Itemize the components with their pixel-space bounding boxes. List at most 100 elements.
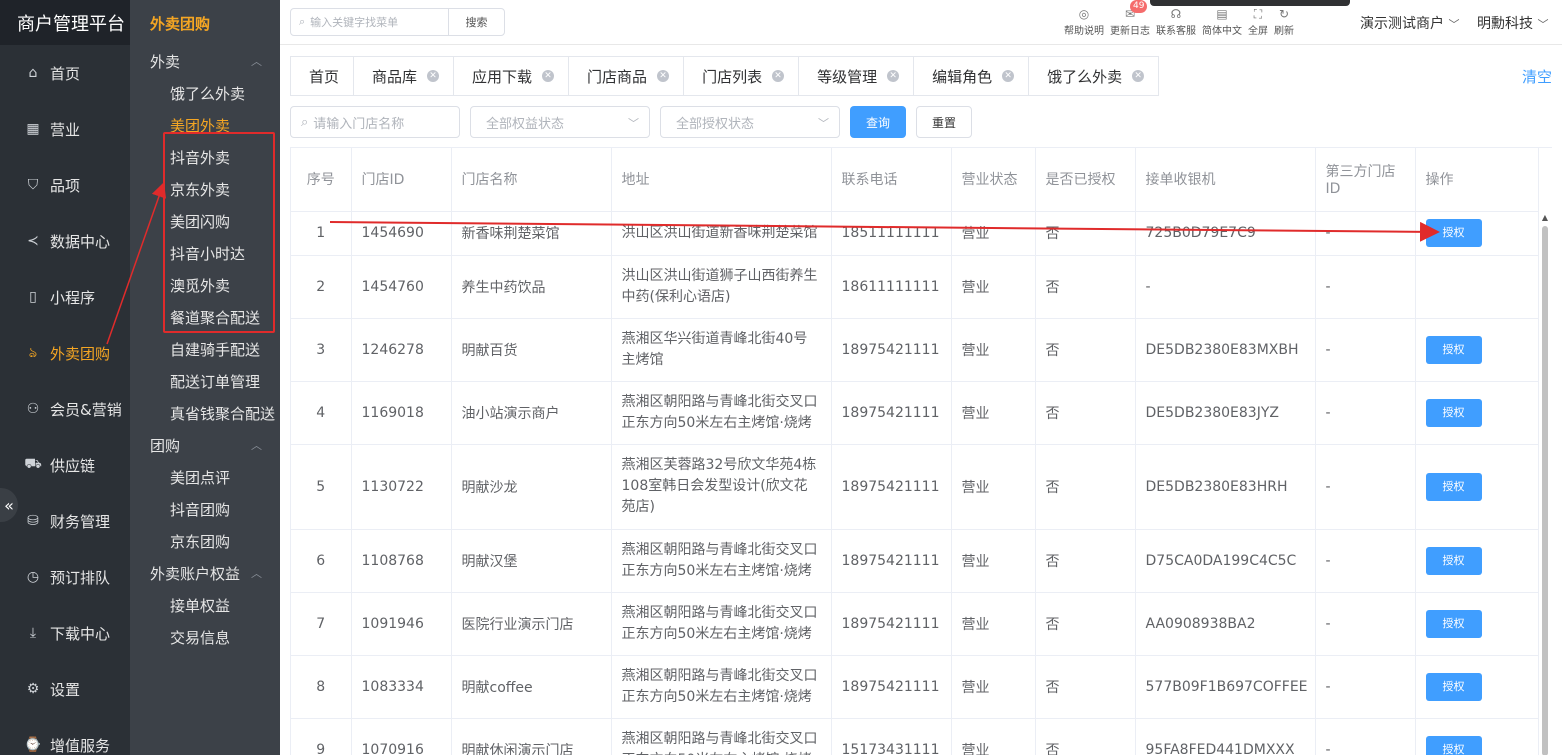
brand-title: 商户管理平台 [0,0,130,45]
table-cell: 否 [1035,718,1136,755]
sub-sidebar: 外卖团购 外卖 ︿ 饿了么外卖 美团外卖 抖音外卖 京东外卖 美团闪购 抖音小时达 澳觅外卖… [130,0,280,755]
subnav-item[interactable]: 抖音外卖 [130,141,280,173]
authorize-button[interactable]: 授权 [1425,335,1482,364]
subnav-item[interactable]: 真省钱聚合配送 [130,397,280,429]
close-icon[interactable]: ✕ [772,70,785,82]
authorize-button[interactable]: 授权 [1425,472,1482,501]
authorize-button[interactable]: 授权 [1425,398,1482,427]
subnav-item[interactable]: 京东外卖 [130,173,280,205]
subnav-item[interactable]: 抖音小时达 [130,237,280,269]
authorize-button[interactable]: 授权 [1425,672,1482,701]
nav-item-3[interactable]: ≺ 数据中心 [0,213,130,269]
subnav-item[interactable]: 京东团购 [130,525,280,557]
table-header-row: 序号 门店ID 门店名称 地址 联系电话 营业状态 是否已授权 接单收银机 第三方门店ID 操作 [291,148,1539,212]
scrollbar-thumb[interactable] [1542,226,1548,755]
merchant-dropdown[interactable]: 演示测试商户 ﹀ [1360,13,1459,33]
nav-item-2[interactable]: ⛉ 品项 [0,157,130,213]
menu-search-input[interactable]: ⌕ 输入关键字找菜单 [291,9,448,35]
nav-item-0[interactable]: ⌂ 首页 [0,45,130,101]
authorize-button[interactable]: 授权 [1425,219,1482,247]
subnav-item[interactable]: 配送订单管理 [130,365,280,397]
nav-item-9[interactable]: ◷ 预订排队 [0,549,130,605]
header-tool-4[interactable]: ⛶ 全屏 [1248,6,1268,37]
table-scrollbar[interactable]: ▲ [1540,213,1550,755]
authorize-button[interactable]: 授权 [1425,609,1482,638]
authorize-button[interactable]: 授权 [1425,735,1482,755]
nav-item-6[interactable]: ⚇ 会员&营销 [0,381,130,437]
header-tool-3[interactable]: ▤ 简体中文 [1202,6,1242,37]
header-tool-5[interactable]: ↻ 刷新 [1274,6,1294,37]
subnav-item[interactable]: 自建骑手配送 [130,333,280,365]
tab-4[interactable]: 门店列表 ✕ [683,56,799,96]
nav-item-10[interactable]: ⤓ 下载中心 [0,605,130,661]
close-icon[interactable]: ✕ [1002,70,1015,82]
subnav-item[interactable]: 美团闪购 [130,205,280,237]
table-cell: 1070916 [351,718,452,755]
tab-5[interactable]: 等级管理 ✕ [798,56,914,96]
table-cell: 725B0D79E7C9 [1135,211,1316,256]
header-tool-1[interactable]: ✉ 更新日志 49 [1110,0,1150,37]
nav-item-11[interactable]: ⚙ 设置 [0,661,130,717]
authorize-button[interactable]: 授权 [1425,546,1482,575]
tab-0[interactable]: 首页 [290,56,354,96]
nav-item-7[interactable]: ⛟ 供应链 [0,437,130,493]
query-button[interactable]: 查询 [850,106,906,138]
nav-item-5[interactable]: ঌ 外卖团购 [0,325,130,381]
subnav-item[interactable]: 餐道聚合配送 [130,301,280,333]
subnav-group-groupbuy[interactable]: 团购 ︿ [130,429,280,461]
nav-item-12[interactable]: ⌚ 增值服务 [0,717,130,755]
subnav-group-takeaway[interactable]: 外卖 ︿ [130,45,280,77]
header-tool-0[interactable]: ◎ 帮助说明 [1064,6,1104,37]
chevron-down-icon: ﹀ [818,117,829,130]
rights-status-select[interactable]: 全部权益状态 ﹀ [470,106,650,138]
nav-item-1[interactable]: ▦ 营业 [0,101,130,157]
store-name-input[interactable]: ⌕ 请输入门店名称 [290,106,460,138]
table-cell: - [1315,592,1416,656]
table-cell: - [1315,444,1416,530]
table-cell: 燕湘区朝阳路与青峰北街交叉口正东方向50米左右主烤馆·烧烤 [611,381,832,445]
table-cell: 否 [1035,655,1136,719]
tab-6[interactable]: 编辑角色 ✕ [913,56,1029,96]
subnav-item[interactable]: 抖音团购 [130,493,280,525]
subnav-item[interactable]: 饿了么外卖 [130,77,280,109]
chevron-up-icon: ︿ [251,55,262,68]
company-dropdown[interactable]: 明勳科技 ﹀ [1477,13,1548,33]
nav-item-label: 供应链 [50,456,96,475]
tool-label: 帮助说明 [1064,26,1104,37]
subnav-group-rights[interactable]: 外卖账户权益 ︿ [130,557,280,589]
table-cell: - [1315,381,1416,445]
subnav-item[interactable]: 美团外卖 [130,109,280,141]
close-icon[interactable]: ✕ [887,70,900,82]
table-row: 5 1130722 明献沙龙 燕湘区芙蓉路32号欣文华苑4栋108室韩日会发型设计(欣… [291,444,1539,530]
auth-status-select[interactable]: 全部授权状态 ﹀ [660,106,840,138]
scroll-up-icon[interactable]: ▲ [1540,213,1550,222]
tab-1[interactable]: 商品库 ✕ [353,56,454,96]
reset-button[interactable]: 重置 [916,106,972,138]
menu-search-button[interactable]: 搜索 [448,9,504,35]
table-cell: 营业 [951,444,1036,530]
tab-3[interactable]: 门店商品 ✕ [568,56,684,96]
table-cell: 18975421111 [831,529,952,593]
column-header: 是否已授权 [1035,148,1136,212]
clear-tabs-link[interactable]: 清空 [1522,66,1552,87]
subnav-item[interactable]: 澳觅外卖 [130,269,280,301]
close-icon[interactable]: ✕ [1132,70,1145,82]
column-header: 地址 [611,148,832,212]
header-tool-2[interactable]: ☊ 联系客服 [1156,6,1196,37]
tool-label: 简体中文 [1202,26,1242,37]
close-icon[interactable]: ✕ [657,70,670,82]
tab-2[interactable]: 应用下载 ✕ [453,56,569,96]
table-row: 2 1454760 养生中药饮品 洪山区洪山街道狮子山西街养生中药(保利心语店) 186… [291,255,1539,319]
close-icon[interactable]: ✕ [427,70,440,82]
table-cell: 18611111111 [831,255,952,319]
subnav-group-label: 外卖账户权益 [150,564,241,583]
subnav-item[interactable]: 接单权益 [130,589,280,621]
table-cell: 营业 [951,529,1036,593]
tab-7[interactable]: 饿了么外卖 ✕ [1028,56,1160,96]
store-table: 序号 门店ID 门店名称 地址 联系电话 营业状态 是否已授权 接单收银机 第三方门店ID 操作 … [290,147,1552,755]
subnav-item[interactable]: 美团点评 [130,461,280,493]
subnav-item[interactable]: 交易信息 [130,621,280,653]
nav-item-8[interactable]: ⛁ 财务管理 [0,493,130,549]
nav-item-4[interactable]: ▯ 小程序 [0,269,130,325]
close-icon[interactable]: ✕ [542,70,555,82]
